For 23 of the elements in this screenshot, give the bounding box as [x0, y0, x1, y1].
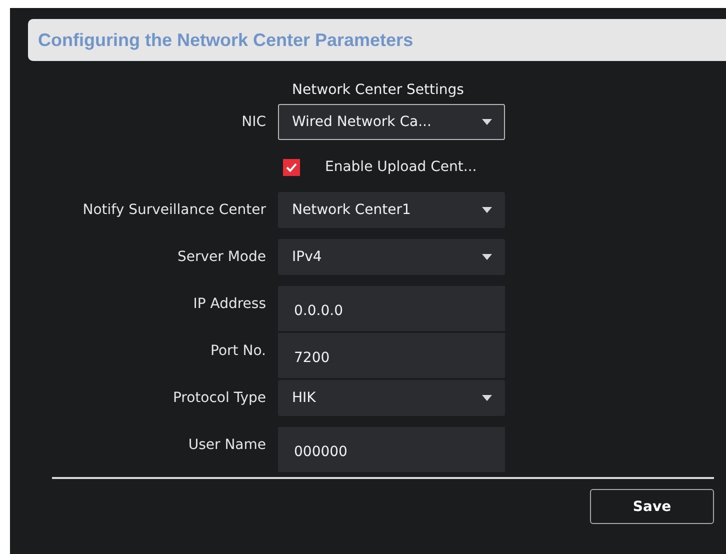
- field-label: Protocol Type: [172, 389, 266, 408]
- section-title: Network Center Settings: [292, 82, 464, 98]
- field-label: Notify Surveillance Center: [82, 201, 266, 220]
- caret-icon: [482, 254, 492, 260]
- dropdown[interactable]: Network Center1: [278, 192, 505, 228]
- checkbox-label: Enable Upload Cent...: [325, 159, 477, 175]
- input-field[interactable]: 000000: [278, 427, 505, 472]
- checkbox[interactable]: [283, 158, 300, 176]
- dropdown[interactable]: Wired Network Ca...: [278, 104, 505, 140]
- caret-icon: [482, 119, 492, 125]
- field-label: Server Mode: [176, 248, 266, 267]
- field-label: IP Address: [192, 295, 266, 314]
- dropdown[interactable]: HIK: [278, 380, 505, 416]
- field-label: Port No.: [210, 342, 266, 361]
- field-label: NIC: [240, 113, 266, 132]
- panel-title: Configuring the Network Center Parameters: [38, 30, 414, 50]
- input-field[interactable]: 0.0.0.0: [278, 286, 505, 331]
- caret-icon: [482, 395, 492, 401]
- input-field[interactable]: 7200: [278, 333, 505, 378]
- save-button[interactable]: Save: [590, 489, 714, 524]
- caret-icon: [482, 207, 492, 213]
- dropdown[interactable]: IPv4: [278, 239, 505, 275]
- field-label: User Name: [187, 436, 266, 455]
